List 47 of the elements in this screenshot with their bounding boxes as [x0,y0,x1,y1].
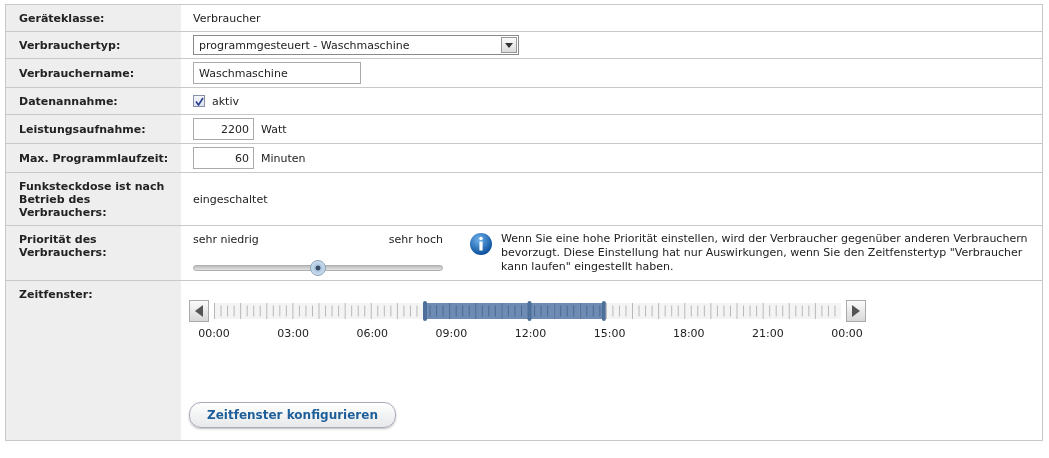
time-slot[interactable] [553,302,580,320]
time-label: 00:00 [830,327,864,340]
field-label: Geräteklasse: [19,12,105,25]
field-label: Verbrauchertyp: [19,39,121,52]
time-slot[interactable] [423,301,450,321]
field-label: Verbrauchername: [19,67,135,80]
field-label: Datenannahme: [19,95,118,108]
left-arrow-icon [195,305,203,317]
time-label: 03:00 [276,327,310,340]
priority-slider[interactable] [193,260,443,276]
time-slot[interactable] [449,302,476,320]
field-label: Max. Programmlaufzeit: [19,152,169,165]
input-field[interactable]: 2200 [193,118,254,140]
scroll-left-button[interactable] [189,300,209,322]
info-text: Wenn Sie eine hohe Priorität einstellen, wird der Verbraucher gegenüber anderen Verbrauchern bevorzugt. Diese Einstellung hat nur Auswirkungen, wenn Sie den Zeitfenstertyp "Verbraucher kann laufen" eingestellt haben. [501,232,1029,274]
scroll-right-button[interactable] [846,300,866,322]
slider-thumb[interactable] [310,260,326,276]
time-label: 21:00 [751,327,785,340]
max-label: sehr hoch [388,233,443,246]
time-slot[interactable] [605,302,632,320]
configure-button[interactable]: Zeitfenster konfigurieren [189,402,396,428]
time-label: 15:00 [592,327,627,340]
field-label: Priorität des Verbrauchers: [19,233,108,259]
info-icon [469,232,493,258]
field-label: Zeitfenster: [19,288,93,301]
time-label: 12:00 [513,327,548,340]
time-slot[interactable] [527,301,554,321]
time-label: 09:00 [434,327,469,340]
checkbox[interactable] [193,95,205,107]
field-label: Leistungsaufnahme: [19,123,146,136]
field-label: Funksteckdose ist nach Betrieb des Verbrauchers: [19,180,166,219]
unit-label: Watt [261,122,287,136]
field-value: eingeschaltet [193,192,268,206]
input-field[interactable]: 60 [193,147,254,169]
input-field[interactable]: Waschmaschine [193,62,361,84]
min-label: sehr niedrig [193,233,259,246]
time-slot[interactable] [501,302,528,320]
time-slot[interactable] [475,302,502,320]
checkbox-label: aktiv [212,94,239,108]
time-label: 00:00 [197,327,231,340]
type-dropdown[interactable]: programmgesteuert - Waschmaschine [193,35,519,55]
unit-label: Minuten [261,151,306,165]
time-slot[interactable] [579,301,606,321]
right-arrow-icon [852,305,860,317]
time-label: 18:00 [671,327,706,340]
time-label: 06:00 [355,327,390,340]
field-value: Verbraucher [193,11,261,25]
